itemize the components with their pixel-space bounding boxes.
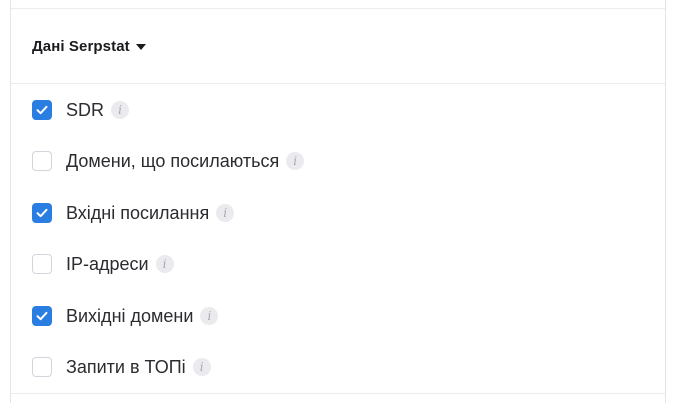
option-outbound-domains[interactable]: Вихідні домени i xyxy=(32,304,219,328)
serpstat-data-panel: Дані Serpstat SDR i Домени, що посилають… xyxy=(10,0,666,403)
option-label: IP-адреси xyxy=(66,253,149,274)
info-icon[interactable]: i xyxy=(155,255,174,273)
checkbox-inbound-links[interactable] xyxy=(32,203,52,223)
checkmark-icon xyxy=(36,105,48,115)
checkbox-sdr[interactable] xyxy=(32,100,52,120)
option-label: Вхідні посилання xyxy=(66,202,210,223)
divider xyxy=(11,8,665,9)
checkbox-top-queries[interactable] xyxy=(32,357,52,377)
option-top-queries[interactable]: Запити в ТОПі i xyxy=(32,355,211,379)
option-inbound-links[interactable]: Вхідні посилання i xyxy=(32,201,235,225)
info-icon[interactable]: i xyxy=(200,307,219,325)
checkbox-referring-domains[interactable] xyxy=(32,151,52,171)
caret-down-icon xyxy=(135,43,146,50)
section-title: Дані Serpstat xyxy=(32,37,130,55)
serpstat-data-dropdown-toggle[interactable]: Дані Serpstat xyxy=(32,35,146,57)
checkbox-outbound-domains[interactable] xyxy=(32,306,52,326)
divider xyxy=(11,393,665,394)
checkmark-icon xyxy=(36,311,48,321)
option-label: Вихідні домени xyxy=(66,305,194,326)
info-icon[interactable]: i xyxy=(286,152,305,170)
option-label: Домени, що посилаються xyxy=(66,150,280,171)
info-icon[interactable]: i xyxy=(216,204,235,222)
checkbox-ip-addresses[interactable] xyxy=(32,254,52,274)
info-icon[interactable]: i xyxy=(192,358,211,376)
option-label: Запити в ТОПі xyxy=(66,356,186,377)
divider xyxy=(11,83,665,84)
option-referring-domains[interactable]: Домени, що посилаються i xyxy=(32,149,305,173)
option-sdr[interactable]: SDR i xyxy=(32,98,130,122)
info-icon[interactable]: i xyxy=(111,101,130,119)
checkmark-icon xyxy=(36,208,48,218)
option-label: SDR xyxy=(66,99,105,120)
option-ip-addresses[interactable]: IP-адреси i xyxy=(32,252,174,276)
